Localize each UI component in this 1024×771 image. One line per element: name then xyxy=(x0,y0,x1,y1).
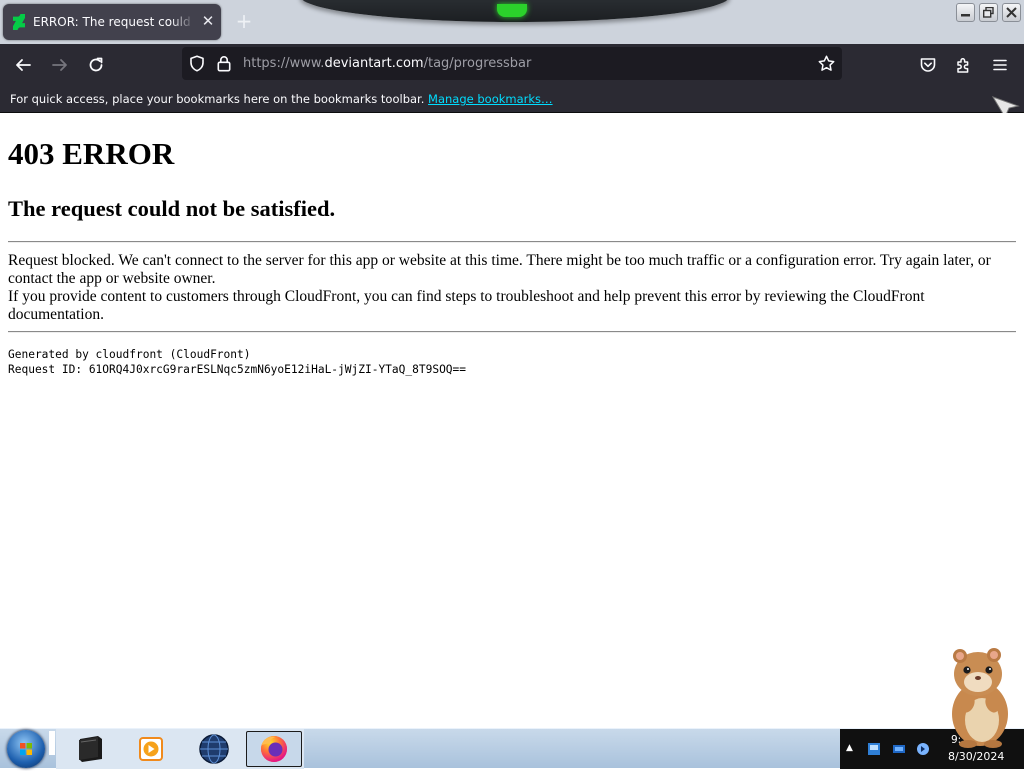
request-id-text: Request ID: 61ORQ4J0xrcG9rarESLNqc5zmN6y… xyxy=(8,363,467,376)
bookmarks-toolbar-message: For quick access, place your bookmarks h… xyxy=(10,92,553,106)
clock-date[interactable]: 8/30/2024 xyxy=(948,750,1004,763)
terminal-app-button[interactable] xyxy=(64,731,120,767)
close-window-button[interactable] xyxy=(1002,3,1021,22)
url-scheme: https://www. xyxy=(243,56,325,71)
firefox-app-button[interactable] xyxy=(246,731,302,767)
reload-icon xyxy=(89,57,103,72)
media-player-app-button[interactable] xyxy=(123,731,179,767)
tray-overflow-button[interactable]: ▲ xyxy=(846,743,853,753)
generated-info: Generated by cloudfront (CloudFront) Requ… xyxy=(8,347,466,377)
taskbar-separator xyxy=(49,731,55,755)
tab-active[interactable]: ERROR: The request could not be satisfie… xyxy=(3,4,221,40)
restore-button[interactable] xyxy=(979,3,998,22)
navigation-toolbar: https://www.deviantart.com/tag/progressb… xyxy=(0,44,1024,85)
windows-logo-icon xyxy=(20,743,32,755)
start-button[interactable] xyxy=(7,730,45,768)
hamster-mascot-icon xyxy=(952,648,1008,748)
divider-bottom xyxy=(8,331,1016,333)
generated-by-text: Generated by cloudfront (CloudFront) xyxy=(8,348,251,361)
globe-browser-app-button[interactable] xyxy=(186,731,242,767)
error-paragraph-cloudfront: If you provide content to customers thro… xyxy=(8,288,925,323)
url-domain: deviantart.com xyxy=(324,56,424,71)
manage-bookmarks-link[interactable]: Manage bookmarks… xyxy=(428,92,553,106)
network-icon[interactable] xyxy=(892,742,906,756)
menu-button[interactable] xyxy=(987,52,1013,78)
puzzle-icon xyxy=(957,57,969,73)
error-paragraph-blocked: Request blocked. We can't connect to the… xyxy=(8,252,991,287)
error-heading: 403 ERROR xyxy=(8,136,175,171)
forward-button[interactable] xyxy=(47,52,73,78)
star-icon[interactable] xyxy=(818,55,835,76)
bookmarks-message-text: For quick access, place your bookmarks h… xyxy=(10,92,425,106)
bookmarks-toolbar: For quick access, place your bookmarks h… xyxy=(0,85,1024,113)
url-path: /tag/progressbar xyxy=(423,56,532,71)
pocket-button[interactable] xyxy=(915,52,941,78)
error-subheading: The request could not be satisfied. xyxy=(8,196,336,221)
globe-app-icon xyxy=(199,734,229,764)
extensions-button[interactable] xyxy=(951,52,977,78)
terminal-app-icon xyxy=(79,736,102,762)
volume-icon[interactable] xyxy=(916,741,930,757)
back-button[interactable] xyxy=(10,52,36,78)
url-text[interactable]: https://www.deviantart.com/tag/progressb… xyxy=(243,56,531,71)
minimize-button[interactable] xyxy=(956,3,975,22)
lock-icon[interactable] xyxy=(217,55,231,76)
error-description: Request blocked. We can't connect to the… xyxy=(8,252,1014,324)
deviantart-favicon-icon xyxy=(12,14,26,30)
title-bar: ERROR: The request could not be satisfie… xyxy=(0,0,1024,44)
titlebar-light xyxy=(497,4,527,17)
taskbar: ▲ 9: 8/30/2024 xyxy=(0,728,1024,769)
tab-title: ERROR: The request could not be satisfie… xyxy=(33,15,195,29)
media-player-app-icon xyxy=(139,737,163,761)
firefox-icon xyxy=(261,736,287,762)
tray-app-icon[interactable] xyxy=(867,741,881,757)
tab-close-button[interactable]: ✕ xyxy=(199,12,217,30)
hamburger-menu-icon xyxy=(993,59,1007,71)
pocket-icon xyxy=(920,58,936,72)
arrow-left-icon xyxy=(16,59,31,71)
divider-top xyxy=(8,241,1016,243)
url-bar[interactable]: https://www.deviantart.com/tag/progressb… xyxy=(182,47,842,80)
reload-button[interactable] xyxy=(83,52,109,78)
arrow-right-icon xyxy=(52,59,67,71)
page-content: 403 ERROR The request could not be satis… xyxy=(0,113,1024,728)
new-tab-button[interactable]: + xyxy=(234,10,254,32)
shield-icon[interactable] xyxy=(189,55,205,76)
taskbar-apps xyxy=(56,729,304,769)
